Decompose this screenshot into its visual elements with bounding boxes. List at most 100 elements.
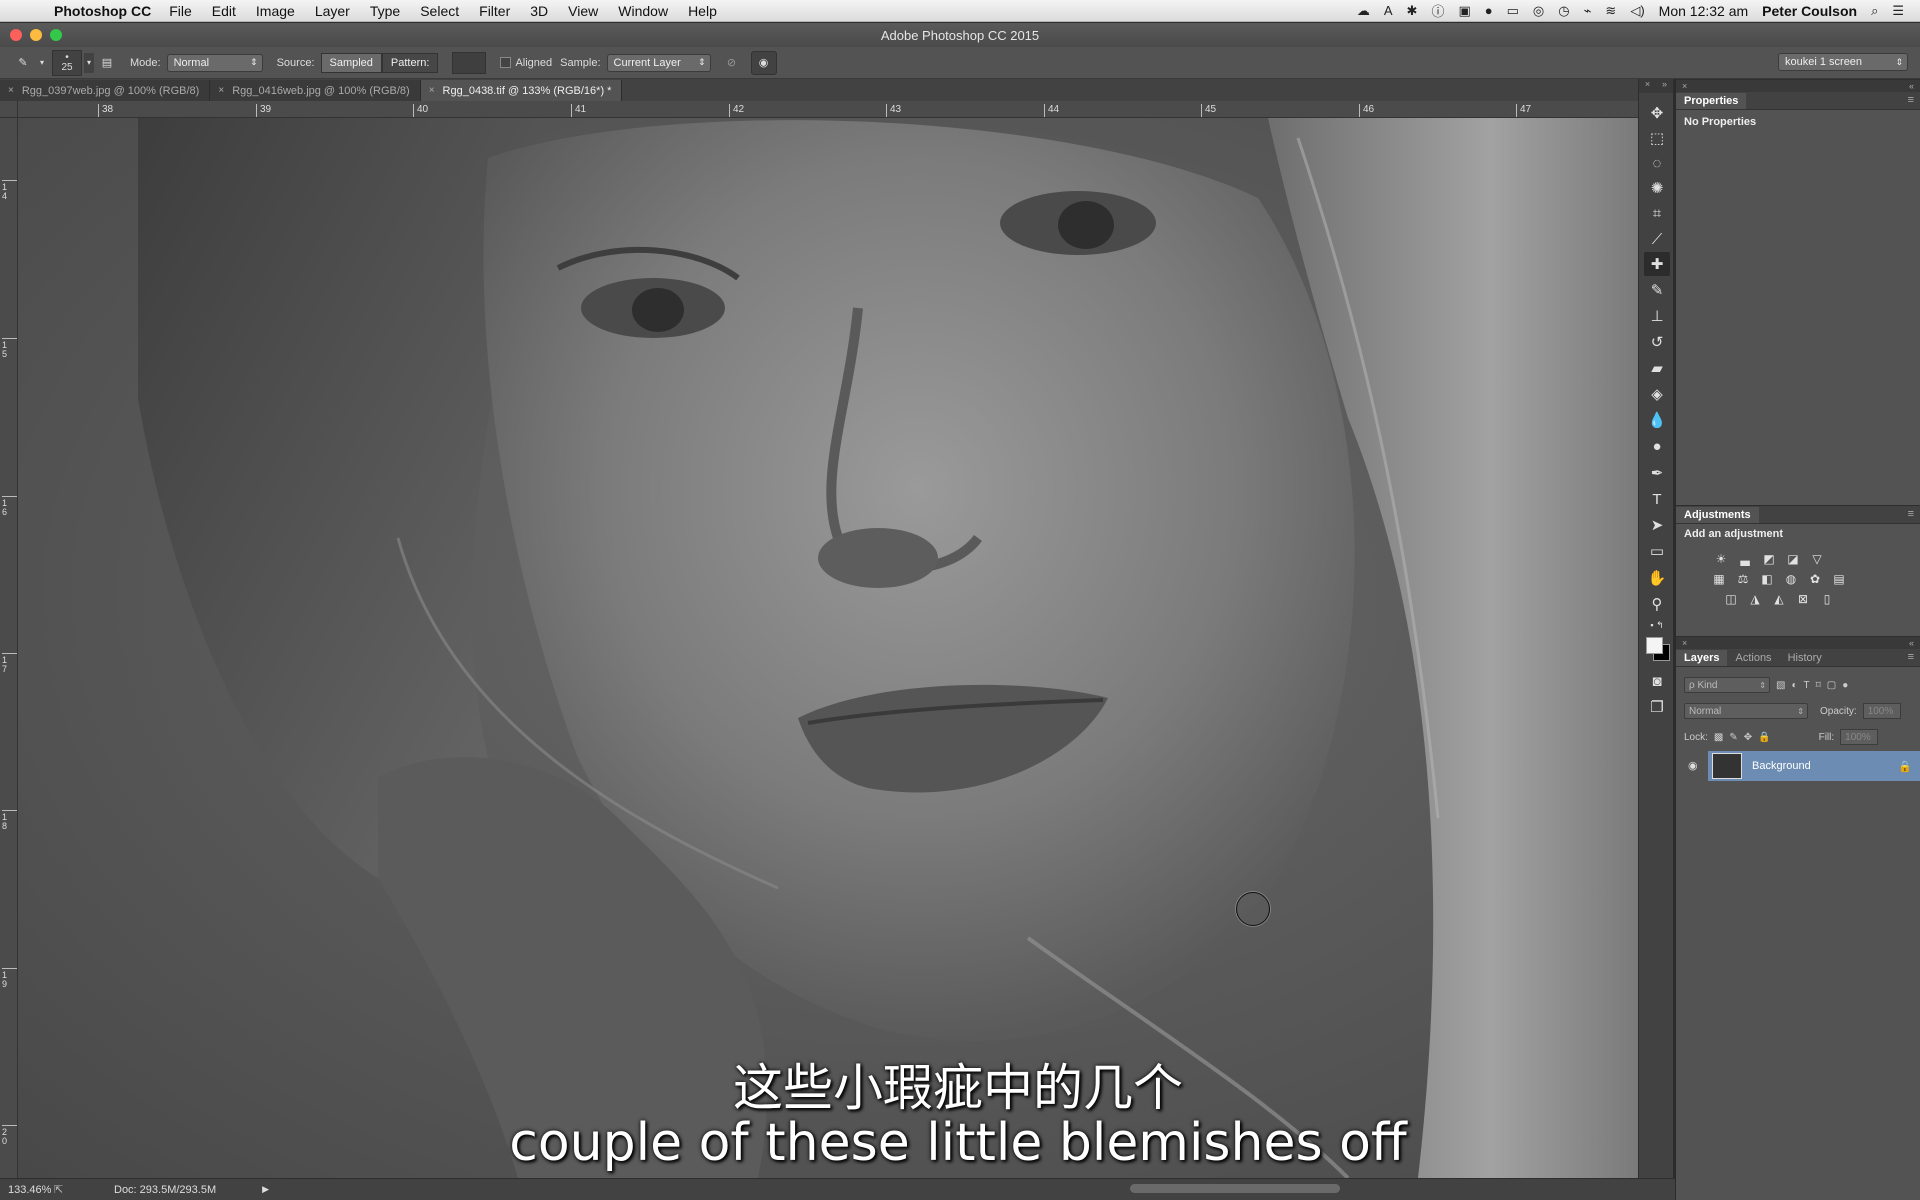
adobe-icon[interactable]: A <box>1384 3 1393 18</box>
filter-adjustment-icon[interactable]: ◐ <box>1791 680 1797 691</box>
collapse-panel-icon[interactable]: » <box>1662 79 1667 93</box>
lock-transparent-icon[interactable]: ▩ <box>1714 732 1723 743</box>
clock[interactable]: Mon 12:32 am <box>1659 3 1749 19</box>
creative-cloud-icon[interactable]: ☁ <box>1357 3 1370 19</box>
collapse-panel-icon[interactable]: « <box>1909 638 1914 648</box>
channel-mixer-icon[interactable]: ✿ <box>1808 572 1822 586</box>
vibrance-icon[interactable]: ▽ <box>1810 552 1824 566</box>
default-colors-icon[interactable]: ▪ ↰ <box>1644 619 1670 631</box>
rectangle-tool-icon[interactable]: ▭ <box>1644 539 1670 563</box>
user-name[interactable]: Peter Coulson <box>1762 3 1857 19</box>
time-machine-icon[interactable]: ◷ <box>1558 3 1569 19</box>
menu-layer[interactable]: Layer <box>315 3 350 19</box>
volume-icon[interactable]: ◁) <box>1630 3 1644 19</box>
gradient-map-icon[interactable]: ▯ <box>1820 592 1834 606</box>
document-canvas[interactable]: 这些小瑕疵中的几个 couple of these little blemish… <box>18 118 1638 1178</box>
lock-all-icon[interactable]: 🔒 <box>1758 732 1770 743</box>
panel-header[interactable]: × « <box>1676 637 1920 649</box>
pen-tool-icon[interactable]: ✒ <box>1644 461 1670 485</box>
share-icon[interactable]: ⇱ <box>54 1183 74 1196</box>
horizontal-scrollbar[interactable] <box>1130 1184 1340 1193</box>
menu-select[interactable]: Select <box>420 3 459 19</box>
brush-picker-chevron-icon[interactable]: ▾ <box>84 52 94 73</box>
notification-center-icon[interactable]: ☰ <box>1892 3 1904 19</box>
crop-tool-icon[interactable]: ⌗ <box>1644 201 1670 225</box>
vertical-ruler[interactable]: 1 4 1 5 1 6 1 7 1 8 1 9 2 0 <box>0 118 18 1178</box>
brush-size-picker[interactable]: • 25 <box>52 49 82 76</box>
hand-tool-icon[interactable]: ✋ <box>1644 566 1670 590</box>
move-tool-icon[interactable]: ✥ <box>1644 101 1670 125</box>
filter-shape-icon[interactable]: ⌑ <box>1816 680 1821 691</box>
brush-tool-icon[interactable]: ✎ <box>1644 278 1670 302</box>
close-tab-icon[interactable]: × <box>8 85 14 96</box>
pattern-swatch[interactable] <box>452 51 487 74</box>
close-window-button[interactable] <box>10 29 22 41</box>
eraser-tool-icon[interactable]: ▰ <box>1644 356 1670 380</box>
tab-history[interactable]: History <box>1780 650 1830 666</box>
emoji-icon[interactable]: ● <box>1485 3 1493 18</box>
zoom-level[interactable]: 133.46% <box>0 1184 54 1196</box>
menu-image[interactable]: Image <box>256 3 295 19</box>
sync-icon[interactable]: ⌁ <box>1584 3 1592 19</box>
opacity-field[interactable]: 100% <box>1862 703 1901 719</box>
screen-mode-icon[interactable]: ❐ <box>1644 695 1670 719</box>
threshold-icon[interactable]: ◭ <box>1772 592 1786 606</box>
panel-header[interactable]: × « <box>1676 80 1920 92</box>
close-panel-icon[interactable]: × <box>1682 638 1687 648</box>
zoom-tool-icon[interactable]: ⚲ <box>1644 592 1670 616</box>
collapse-panel-icon[interactable]: « <box>1909 81 1914 91</box>
tab-rgg-0416[interactable]: × Rgg_0416web.jpg @ 100% (RGB/8) <box>210 80 421 101</box>
tab-rgg-0438[interactable]: × Rgg_0438.tif @ 133% (RGB/16*) * <box>420 80 623 101</box>
black-white-icon[interactable]: ◧ <box>1760 572 1774 586</box>
path-selection-tool-icon[interactable]: ➤ <box>1644 513 1670 537</box>
visibility-eye-icon[interactable]: ◉ <box>1688 759 1698 772</box>
lasso-tool-icon[interactable]: ◌ <box>1644 151 1670 175</box>
aligned-checkbox[interactable] <box>500 57 512 68</box>
camera-icon[interactable]: ▣ <box>1458 3 1470 19</box>
menu-file[interactable]: File <box>169 3 192 19</box>
levels-icon[interactable]: ▃ <box>1738 552 1752 566</box>
paint-bucket-tool-icon[interactable]: ◈ <box>1644 382 1670 406</box>
color-lookup-icon[interactable]: ▤ <box>1832 572 1846 586</box>
fill-field[interactable]: 100% <box>1840 729 1879 745</box>
source-pattern-button[interactable]: Pattern: <box>381 52 439 73</box>
tab-properties[interactable]: Properties <box>1676 93 1747 109</box>
photo-filter-icon[interactable]: ◍ <box>1784 572 1798 586</box>
close-tab-icon[interactable]: × <box>429 85 435 96</box>
filter-smart-object-icon[interactable]: ▢ <box>1827 680 1836 691</box>
alert-icon[interactable]: ⓘ <box>1431 1 1444 20</box>
dodge-tool-icon[interactable]: ● <box>1644 434 1670 458</box>
source-sampled-button[interactable]: Sampled <box>320 52 382 73</box>
panel-menu-icon[interactable]: ≡ <box>1908 651 1914 663</box>
menu-window[interactable]: Window <box>618 3 668 19</box>
tab-adjustments[interactable]: Adjustments <box>1676 507 1759 523</box>
quick-mask-icon[interactable]: ◙ <box>1644 669 1670 693</box>
menu-type[interactable]: Type <box>370 3 400 19</box>
exposure-icon[interactable]: ◪ <box>1786 552 1800 566</box>
brush-settings-icon[interactable]: ▤ <box>94 51 120 75</box>
selective-color-icon[interactable]: ⊠ <box>1796 592 1810 606</box>
app-menu-photoshop[interactable]: Photoshop CC <box>54 3 151 19</box>
minimize-window-button[interactable] <box>30 29 42 41</box>
tab-layers[interactable]: Layers <box>1676 650 1728 666</box>
lock-position-icon[interactable]: ✥ <box>1744 732 1752 743</box>
healing-brush-tool-preset-icon[interactable]: ✎ <box>10 51 36 75</box>
history-brush-tool-icon[interactable]: ↺ <box>1644 330 1670 354</box>
type-tool-icon[interactable]: T <box>1644 487 1670 511</box>
ignore-adjustment-layers-icon[interactable]: ⊘ <box>719 51 745 75</box>
wifi-icon[interactable]: ≋ <box>1605 3 1616 19</box>
airplay-icon[interactable]: ▭ <box>1507 3 1519 19</box>
eyedropper-tool-icon[interactable]: ⟋ <box>1644 227 1670 251</box>
tab-actions[interactable]: Actions <box>1727 650 1779 666</box>
marquee-tool-icon[interactable]: ⬚ <box>1644 126 1670 150</box>
layer-kind-filter[interactable]: ρ Kind <box>1684 677 1770 693</box>
accessibility-icon[interactable]: ◎ <box>1533 3 1544 19</box>
tools-panel-header[interactable]: × » <box>1639 79 1673 93</box>
filter-type-icon[interactable]: T <box>1804 680 1810 691</box>
quick-selection-tool-icon[interactable]: ✺ <box>1644 176 1670 200</box>
healing-brush-tool-icon[interactable]: ✚ <box>1644 252 1670 276</box>
lock-pixels-icon[interactable]: ✎ <box>1729 732 1737 743</box>
layer-row-background[interactable]: ◉ Background 🔒 <box>1688 751 1920 781</box>
close-panel-icon[interactable]: × <box>1645 79 1650 93</box>
menu-view[interactable]: View <box>568 3 598 19</box>
